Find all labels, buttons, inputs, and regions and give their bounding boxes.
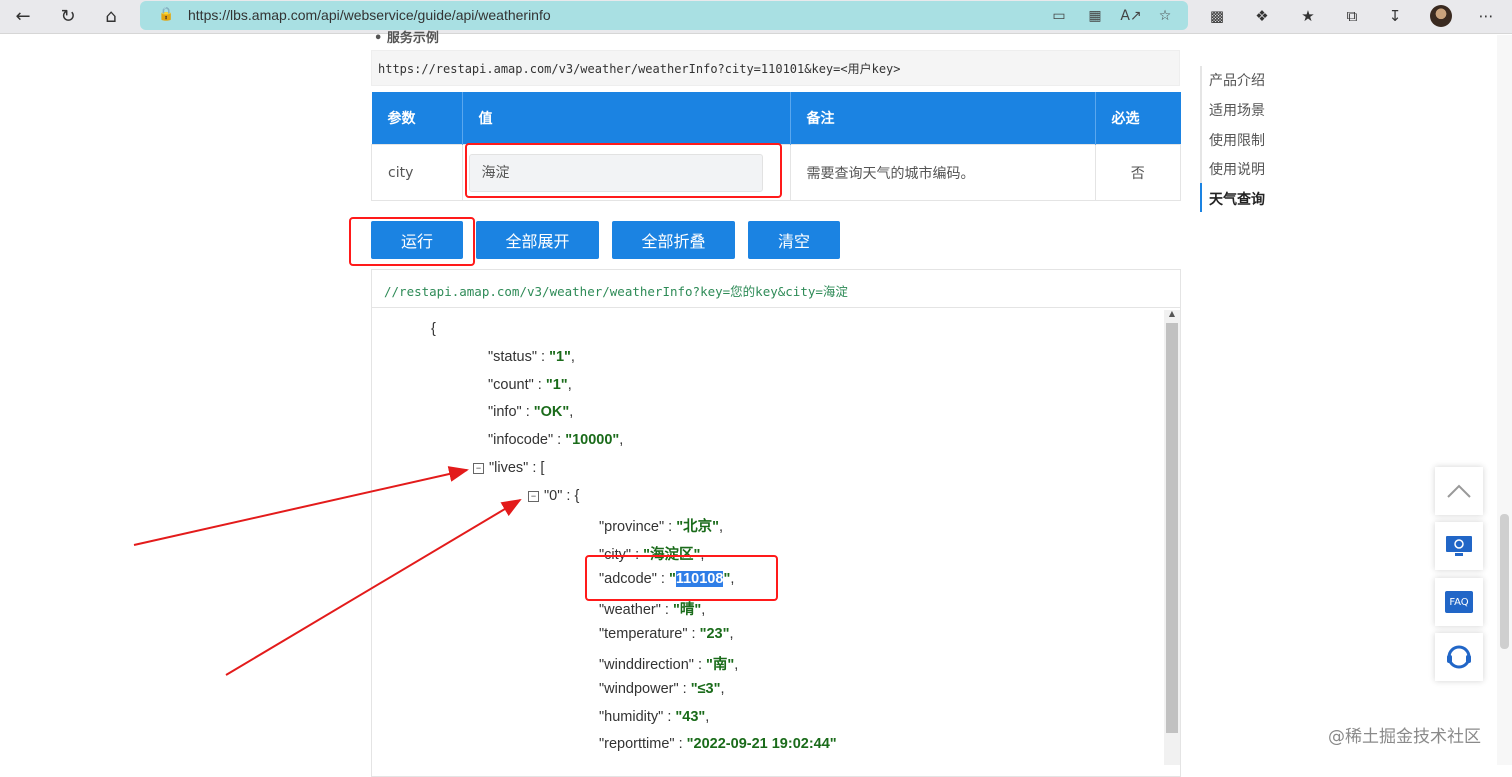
annotation-arrow-lives bbox=[133, 466, 469, 546]
annotation-arrow-item0 bbox=[225, 498, 522, 676]
annotation-arrows bbox=[133, 466, 522, 676]
